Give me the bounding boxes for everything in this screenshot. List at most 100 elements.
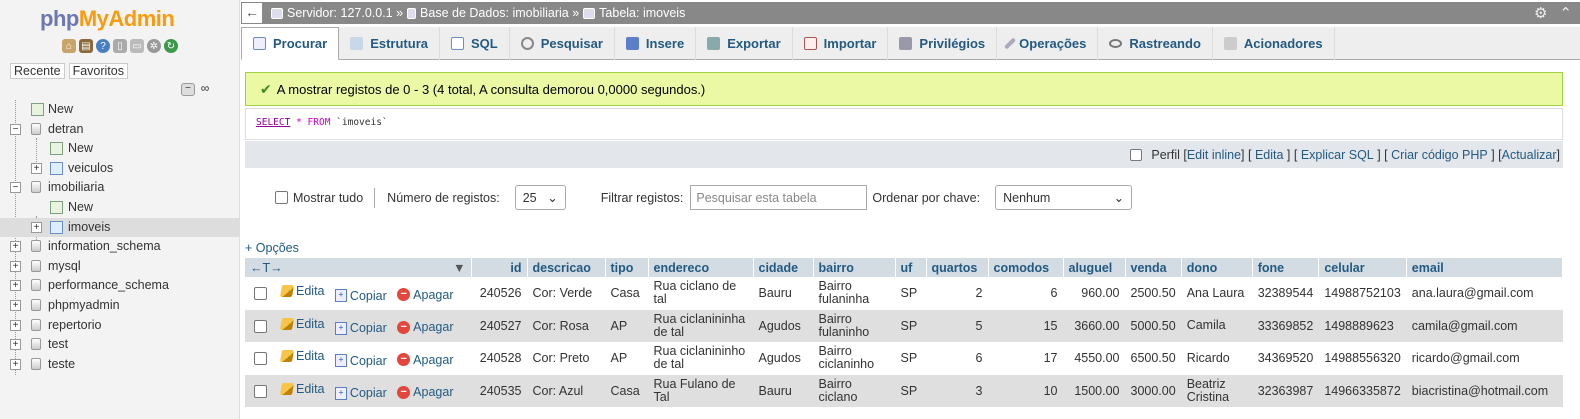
expand-icon[interactable]: +: [10, 358, 21, 370]
actualizar-link[interactable]: Actualizar: [1502, 148, 1557, 162]
tab-pesquisar[interactable]: Pesquisar: [510, 27, 615, 60]
col-celular[interactable]: celular: [1318, 258, 1407, 277]
tree-item-teste[interactable]: + teste: [0, 355, 240, 375]
cell-id[interactable]: 240527: [471, 310, 527, 343]
expand-icon[interactable]: +: [10, 319, 21, 331]
col-quartos[interactable]: quartos: [926, 258, 989, 277]
numero-registos-select[interactable]: 25 ⌄: [514, 185, 566, 210]
delete-button[interactable]: − Apagar: [397, 320, 453, 334]
back-arrow-icon[interactable]: ←: [241, 2, 263, 24]
cell-quartos[interactable]: 2: [926, 277, 988, 310]
copy-button[interactable]: + Copiar: [334, 321, 387, 335]
col-email[interactable]: email: [1406, 258, 1564, 277]
tree-item-detran-new[interactable]: New: [0, 139, 240, 159]
cell-dono[interactable]: Beatriz Cristina: [1181, 375, 1252, 408]
cell-quartos[interactable]: 6: [926, 342, 988, 375]
cell-descricao[interactable]: Cor: Verde: [527, 277, 605, 310]
expand-icon[interactable]: +: [31, 221, 42, 233]
explicar-sql-link[interactable]: Explicar SQL: [1301, 148, 1374, 162]
cell-fone[interactable]: 32363987: [1252, 375, 1319, 408]
filtrar-registos-input[interactable]: Pesquisar esta tabela: [690, 185, 868, 210]
col-bairro[interactable]: bairro: [813, 258, 896, 277]
link-icon[interactable]: ∞: [198, 82, 212, 96]
copy-button[interactable]: + Copiar: [334, 386, 387, 400]
tree-item-imobiliaria-new[interactable]: New: [0, 198, 240, 218]
copy-button[interactable]: + Copiar: [334, 354, 387, 368]
home-icon[interactable]: ⌂: [62, 39, 76, 53]
cell-fone[interactable]: 34369520: [1252, 342, 1319, 375]
cell-aluguel[interactable]: 960.00: [1063, 277, 1125, 310]
expand-icon[interactable]: +: [10, 299, 21, 311]
tree-item-veiculos[interactable]: + veiculos: [0, 159, 240, 179]
cell-uf[interactable]: SP: [895, 375, 926, 408]
tree-item-test[interactable]: + test: [0, 335, 240, 355]
ordenar-chave-select[interactable]: Nenhum ⌄: [995, 185, 1133, 210]
delete-button[interactable]: − Apagar: [397, 385, 453, 399]
cell-email[interactable]: camila@gmail.com: [1406, 310, 1562, 343]
cell-cidade[interactable]: Agudos: [753, 310, 813, 343]
tree-item-mysql[interactable]: + mysql: [0, 257, 240, 277]
tab-procurar[interactable]: Procurar: [241, 27, 340, 60]
collapse-icon[interactable]: −: [10, 182, 21, 194]
delete-button[interactable]: − Apagar: [397, 353, 453, 367]
cell-tipo[interactable]: AP: [605, 342, 648, 375]
expand-icon[interactable]: +: [10, 280, 21, 292]
edit-button[interactable]: Edita: [279, 284, 325, 298]
cell-bairro[interactable]: Bairro fulaninha: [813, 277, 895, 310]
col-endereco[interactable]: endereco: [648, 258, 754, 277]
col-dono[interactable]: dono: [1181, 258, 1253, 277]
cell-dono[interactable]: Ana Laura: [1181, 277, 1252, 310]
cell-venda[interactable]: 2500.50: [1125, 277, 1181, 310]
cell-uf[interactable]: SP: [895, 342, 926, 375]
cell-id[interactable]: 240526: [471, 277, 527, 310]
cell-celular[interactable]: 14988752103: [1319, 277, 1406, 310]
tree-item-phpmyadmin[interactable]: + phpmyadmin: [0, 296, 240, 316]
cell-quartos[interactable]: 3: [926, 375, 988, 408]
edit-button[interactable]: Edita: [279, 349, 325, 363]
cell-tipo[interactable]: AP: [605, 310, 648, 343]
perfil-checkbox[interactable]: [1130, 148, 1143, 161]
cell-email[interactable]: ricardo@gmail.com: [1406, 342, 1562, 375]
expand-icon[interactable]: +: [31, 162, 42, 174]
row-checkbox[interactable]: [254, 319, 267, 333]
row-checkbox[interactable]: [254, 352, 267, 366]
options-link[interactable]: + Opções: [245, 241, 299, 255]
tree-item-imoveis[interactable]: + imoveis: [0, 217, 240, 238]
breadcrumb-database[interactable]: Base de Dados: imobiliaria »: [420, 6, 579, 20]
cell-endereco[interactable]: Rua ciclanininho de tal: [648, 342, 753, 375]
cell-celular[interactable]: 14988556320: [1319, 342, 1406, 375]
sort-dropdown-icon[interactable]: ▼: [453, 261, 465, 275]
cell-comodos[interactable]: 17: [988, 342, 1063, 375]
cell-dono[interactable]: Camila: [1181, 310, 1252, 343]
cell-bairro[interactable]: Bairro ciclaninho: [813, 342, 895, 375]
edit-button[interactable]: Edita: [279, 382, 325, 396]
cell-email[interactable]: biacristina@hotmail.com: [1406, 375, 1562, 408]
logout-icon[interactable]: ▤: [79, 39, 93, 53]
cell-descricao[interactable]: Cor: Rosa: [527, 310, 605, 343]
favorites-tab[interactable]: Favoritos: [68, 63, 128, 79]
cell-aluguel[interactable]: 3660.00: [1063, 310, 1125, 343]
cell-comodos[interactable]: 15: [988, 310, 1063, 343]
cell-celular[interactable]: 14966335872: [1319, 375, 1406, 408]
tab-operacoes[interactable]: Operações: [997, 27, 1099, 60]
cell-email[interactable]: ana.laura@gmail.com: [1406, 277, 1562, 310]
expand-icon[interactable]: +: [10, 260, 21, 272]
column-resize-arrows[interactable]: ←T→ ▼: [245, 258, 472, 277]
cell-tipo[interactable]: Casa: [605, 277, 648, 310]
cell-endereco[interactable]: Rua ciclano de tal: [648, 277, 753, 310]
expand-icon[interactable]: +: [10, 339, 21, 351]
cell-cidade[interactable]: Agudos: [753, 342, 813, 375]
cell-aluguel[interactable]: 1500.00: [1063, 375, 1125, 408]
tree-item-detran[interactable]: − detran: [0, 120, 240, 140]
breadcrumb-server[interactable]: Servidor: 127.0.0.1 »: [287, 6, 403, 20]
tab-sql[interactable]: SQL: [440, 27, 510, 60]
cell-cidade[interactable]: Bauru: [753, 375, 813, 408]
help-icon[interactable]: ?: [96, 39, 110, 53]
tab-estrutura[interactable]: Estrutura: [339, 27, 440, 60]
cell-aluguel[interactable]: 4550.00: [1063, 342, 1125, 375]
col-id[interactable]: id: [471, 258, 528, 277]
edita-link[interactable]: Edita: [1255, 148, 1284, 162]
phpmyadmin-logo[interactable]: phpMyAdmin: [40, 6, 175, 32]
cell-celular[interactable]: 1498889623: [1319, 310, 1406, 343]
col-tipo[interactable]: tipo: [605, 258, 649, 277]
